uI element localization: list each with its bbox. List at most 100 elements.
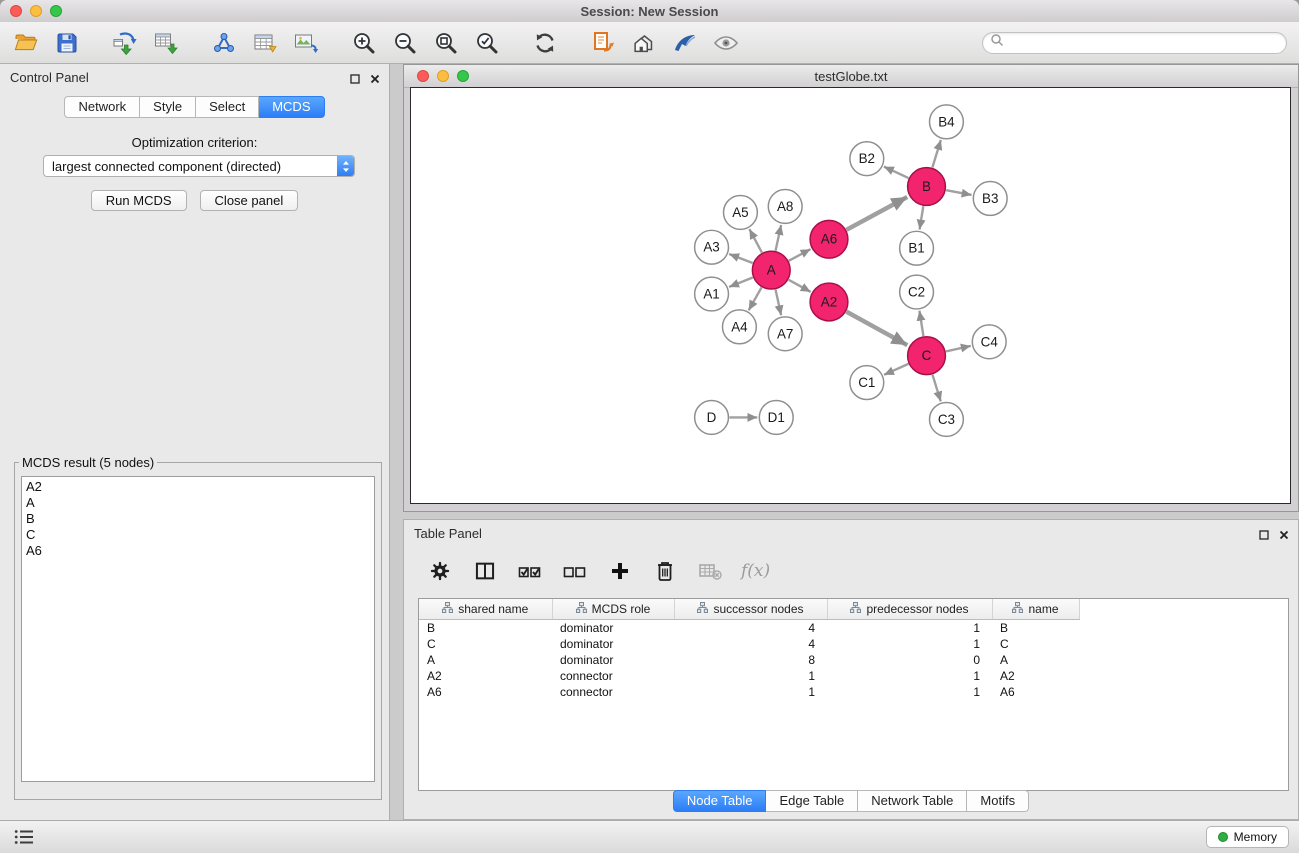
mcds-result-item-c[interactable]: C	[26, 527, 370, 543]
cell-shared-name[interactable]: C	[419, 636, 552, 652]
graph-edge-A2-C[interactable]	[846, 312, 907, 346]
tab-network-table[interactable]: Network Table	[858, 790, 967, 812]
maximize-window-button[interactable]	[50, 5, 62, 17]
maximize-network-button[interactable]	[457, 70, 469, 82]
mcds-result-item-a[interactable]: A	[26, 495, 370, 511]
network-canvas[interactable]: B4B2BB3A5A8A6A3B1AC2A1A2A4A7C4CC1DD1C3	[411, 88, 1290, 503]
cell-predecessor-nodes[interactable]: 1	[827, 668, 992, 684]
tab-style[interactable]: Style	[140, 96, 196, 118]
network-view-titlebar[interactable]: testGlobe.txt	[404, 65, 1298, 88]
graph-node-B[interactable]: B	[908, 168, 946, 206]
graph-node-A3[interactable]: A3	[695, 230, 729, 264]
graph-edge-A-A2[interactable]	[789, 280, 811, 292]
column-header-name[interactable]: name	[992, 599, 1079, 620]
tab-edge-table[interactable]: Edge Table	[766, 790, 858, 812]
cell-mcds-role[interactable]: connector	[552, 668, 674, 684]
graph-node-D[interactable]: D	[695, 400, 729, 434]
tab-mcds[interactable]: MCDS	[259, 96, 324, 118]
graph-edge-A-A1[interactable]	[729, 277, 753, 286]
cell-shared-name[interactable]: A2	[419, 668, 552, 684]
run-mcds-button[interactable]: Run MCDS	[91, 190, 187, 211]
table-row-a6[interactable]: A6connector11A6	[419, 684, 1288, 700]
zoom-fit-icon[interactable]	[432, 29, 460, 57]
save-session-icon[interactable]	[53, 29, 81, 57]
close-panel-button[interactable]: Close panel	[200, 190, 299, 211]
table-row-a2[interactable]: A2connector11A2	[419, 668, 1288, 684]
graph-node-C1[interactable]: C1	[850, 366, 884, 400]
graph-edge-B-B4[interactable]	[932, 140, 940, 168]
memory-button[interactable]: Memory	[1206, 826, 1289, 848]
graph-node-B4[interactable]: B4	[930, 105, 964, 139]
graph-node-C4[interactable]: C4	[972, 325, 1006, 359]
cell-successor-nodes[interactable]: 4	[674, 636, 827, 652]
deselect-all-icon[interactable]	[561, 557, 589, 585]
graph-node-A2[interactable]: A2	[810, 283, 848, 321]
tab-network[interactable]: Network	[64, 96, 140, 118]
float-table-panel-icon[interactable]	[1259, 528, 1269, 543]
cell-successor-nodes[interactable]: 4	[674, 620, 827, 637]
graph-edge-A6-B[interactable]	[847, 197, 908, 230]
graph-node-D1[interactable]: D1	[759, 400, 793, 434]
graph-edge-C-C3[interactable]	[932, 375, 940, 402]
graph-edge-A-A5[interactable]	[749, 229, 762, 252]
cell-shared-name[interactable]: A6	[419, 684, 552, 700]
graph-node-C[interactable]: C	[908, 337, 946, 375]
trash-icon[interactable]	[651, 557, 679, 585]
graph-edge-C-C2[interactable]	[919, 311, 923, 336]
close-table-panel-icon[interactable]	[1279, 528, 1289, 543]
columns-icon[interactable]	[471, 557, 499, 585]
zoom-out-icon[interactable]	[391, 29, 419, 57]
graph-edge-A-A7[interactable]	[776, 290, 782, 316]
function-builder-icon[interactable]: f(x)	[741, 561, 770, 581]
search-field[interactable]	[982, 32, 1287, 54]
graph-edge-A-A4[interactable]	[749, 287, 762, 310]
snapshot-icon[interactable]	[589, 29, 617, 57]
graph-edge-B-B3[interactable]	[946, 190, 971, 195]
home-icon[interactable]	[630, 29, 658, 57]
new-table-icon[interactable]	[251, 29, 279, 57]
cell-successor-nodes[interactable]: 8	[674, 652, 827, 668]
graph-node-A8[interactable]: A8	[768, 190, 802, 224]
cell-successor-nodes[interactable]: 1	[674, 668, 827, 684]
task-list-icon[interactable]	[10, 823, 38, 851]
graph-edge-C-C4[interactable]	[946, 346, 971, 352]
gear-icon[interactable]	[426, 557, 454, 585]
graph-node-B1[interactable]: B1	[900, 231, 934, 265]
column-header-mcds-role[interactable]: MCDS role	[552, 599, 674, 620]
graph-edge-A-A3[interactable]	[729, 254, 752, 263]
zoom-in-icon[interactable]	[350, 29, 378, 57]
graph-node-A6[interactable]: A6	[810, 220, 848, 258]
graph-node-A4[interactable]: A4	[722, 310, 756, 344]
graph-node-A[interactable]: A	[752, 251, 790, 289]
graph-node-A5[interactable]: A5	[723, 195, 757, 229]
minimize-window-button[interactable]	[30, 5, 42, 17]
graph-node-A7[interactable]: A7	[768, 317, 802, 351]
mcds-result-item-a6[interactable]: A6	[26, 543, 370, 559]
cell-mcds-role[interactable]: dominator	[552, 652, 674, 668]
cell-predecessor-nodes[interactable]: 1	[827, 620, 992, 637]
cell-mcds-role[interactable]: dominator	[552, 620, 674, 637]
mcds-result-list[interactable]: A2ABCA6	[21, 476, 375, 782]
refresh-icon[interactable]	[531, 29, 559, 57]
cell-name[interactable]: C	[992, 636, 1079, 652]
column-header-successor-nodes[interactable]: successor nodes	[674, 599, 827, 620]
table-row-b[interactable]: Bdominator41B	[419, 620, 1288, 637]
cell-predecessor-nodes[interactable]: 1	[827, 684, 992, 700]
table-row-a[interactable]: Adominator80A	[419, 652, 1288, 668]
close-window-button[interactable]	[10, 5, 22, 17]
minimize-network-button[interactable]	[437, 70, 449, 82]
close-network-button[interactable]	[417, 70, 429, 82]
column-header-shared-name[interactable]: shared name	[419, 599, 552, 620]
open-session-icon[interactable]	[12, 29, 40, 57]
column-header-predecessor-nodes[interactable]: predecessor nodes	[827, 599, 992, 620]
cell-predecessor-nodes[interactable]: 1	[827, 636, 992, 652]
graph-node-B3[interactable]: B3	[973, 182, 1007, 216]
cell-name[interactable]: A6	[992, 684, 1079, 700]
graph-node-A1[interactable]: A1	[695, 277, 729, 311]
export-image-icon[interactable]	[292, 29, 320, 57]
style-icon[interactable]	[671, 29, 699, 57]
import-table-icon[interactable]	[152, 29, 180, 57]
search-input[interactable]	[1008, 34, 1286, 52]
cell-shared-name[interactable]: A	[419, 652, 552, 668]
tab-motifs[interactable]: Motifs	[967, 790, 1029, 812]
